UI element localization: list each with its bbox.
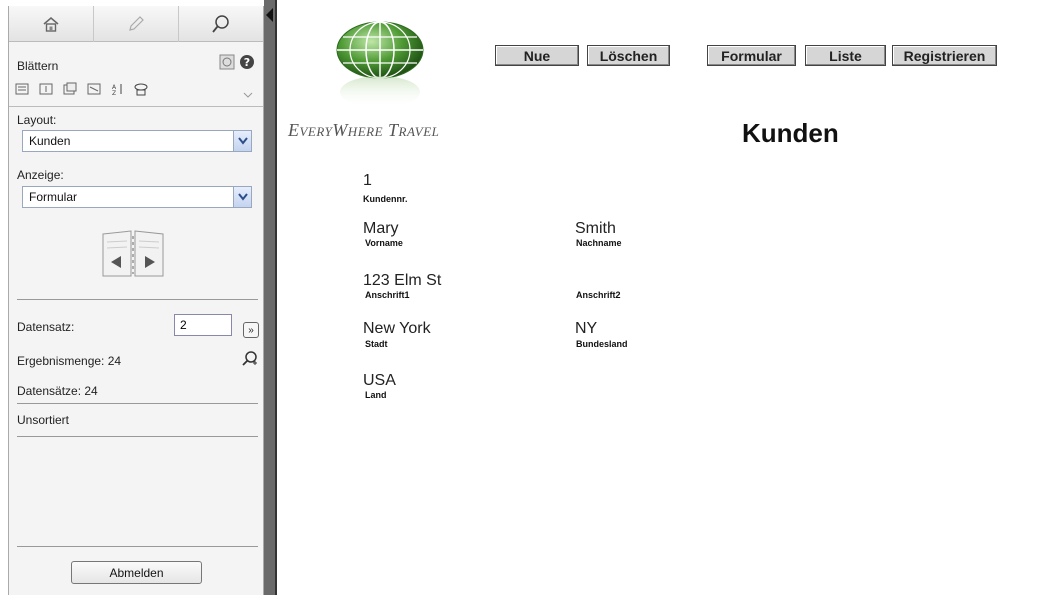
- divider: [17, 436, 258, 437]
- layout-select-value: Kunden: [29, 134, 71, 148]
- layout-select[interactable]: Kunden: [22, 130, 252, 152]
- first-name-value[interactable]: Mary: [363, 220, 399, 238]
- chevron-down-icon: [233, 187, 251, 207]
- view-label: Anzeige:: [17, 168, 64, 182]
- new-button-label: Nue: [523, 47, 551, 64]
- record-label: Datensatz:: [17, 320, 75, 334]
- last-name-value[interactable]: Smith: [575, 220, 616, 238]
- sort-status: Unsortiert: [17, 413, 70, 427]
- svg-text:Z: Z: [112, 90, 116, 96]
- logout-button-label: Abmelden: [109, 565, 164, 580]
- list-button[interactable]: Liste: [805, 45, 886, 66]
- mode-header: Blättern ?: [9, 43, 263, 77]
- divider: [17, 546, 258, 547]
- delete-button[interactable]: Löschen: [587, 45, 670, 66]
- chevron-down-icon[interactable]: [243, 86, 253, 104]
- record-number-input[interactable]: [174, 314, 232, 336]
- tab-edit[interactable]: [94, 6, 179, 42]
- tab-home[interactable]: [9, 6, 94, 42]
- edit-record-icon[interactable]: [39, 82, 53, 101]
- last-name-label: Nachname: [576, 238, 622, 248]
- form-view: EveryWhere Travel Nue Löschen Formular L…: [279, 0, 1047, 595]
- layout-label: Layout:: [17, 113, 57, 127]
- found-set-count: Ergebnismenge: 24: [17, 354, 122, 368]
- preview-icon[interactable]: [133, 82, 149, 101]
- state-label: Bundesland: [576, 339, 628, 349]
- sidebar-splitter[interactable]: [264, 0, 277, 595]
- layout-mode-icon[interactable]: [219, 54, 235, 75]
- svg-text:?: ?: [244, 56, 250, 69]
- delete-button-label: Löschen: [599, 47, 658, 64]
- country-label: Land: [365, 390, 387, 400]
- sidebar-tabs: [9, 6, 263, 42]
- tab-find[interactable]: [179, 6, 263, 42]
- magnifier-plus-icon[interactable]: [241, 350, 259, 373]
- address1-label: Anschrift1: [365, 290, 410, 300]
- mode-label: Blättern: [17, 59, 59, 73]
- first-name-label: Vorname: [365, 238, 403, 248]
- record-toolbar: AZ: [9, 77, 263, 107]
- view-select-value: Formular: [29, 190, 78, 204]
- collapse-arrow-icon[interactable]: [266, 8, 273, 22]
- help-icon[interactable]: ?: [239, 54, 255, 75]
- divider: [17, 299, 258, 300]
- customer-number-value[interactable]: 1: [363, 172, 372, 190]
- address1-value[interactable]: 123 Elm St: [363, 272, 441, 290]
- state-value[interactable]: NY: [575, 320, 597, 338]
- new-record-icon[interactable]: [15, 82, 29, 101]
- search-icon: [211, 14, 231, 34]
- globe-logo: [335, 20, 425, 117]
- home-icon: [42, 16, 60, 32]
- chevron-down-icon: [233, 131, 251, 151]
- customer-number-label: Kundennr.: [363, 194, 408, 204]
- page-title: Kunden: [742, 118, 839, 148]
- pencil-icon: [127, 15, 145, 33]
- new-button[interactable]: Nue: [495, 45, 579, 66]
- view-select[interactable]: Formular: [22, 186, 252, 208]
- list-button-label: Liste: [829, 47, 862, 64]
- form-button[interactable]: Formular: [707, 45, 796, 66]
- address2-label: Anschrift2: [576, 290, 621, 300]
- brand-name: EveryWhere Travel: [288, 120, 440, 140]
- delete-record-icon[interactable]: [87, 82, 101, 101]
- book-navigation-icon[interactable]: [99, 228, 167, 285]
- next-record-button[interactable]: »: [243, 322, 259, 338]
- logout-button[interactable]: Abmelden: [71, 561, 202, 584]
- duplicate-record-icon[interactable]: [63, 82, 77, 101]
- form-button-label: Formular: [721, 47, 782, 64]
- country-value[interactable]: USA: [363, 372, 396, 390]
- register-button-label: Registrieren: [903, 47, 986, 64]
- city-label: Stadt: [365, 339, 388, 349]
- sort-icon[interactable]: AZ: [111, 82, 125, 101]
- status-sidebar: Blättern ? AZ Layout: Kunden Anzeige: Fo…: [8, 6, 264, 595]
- total-records-count: Datensätze: 24: [17, 384, 98, 398]
- divider: [17, 403, 258, 404]
- city-value[interactable]: New York: [363, 320, 431, 338]
- register-button[interactable]: Registrieren: [892, 45, 997, 66]
